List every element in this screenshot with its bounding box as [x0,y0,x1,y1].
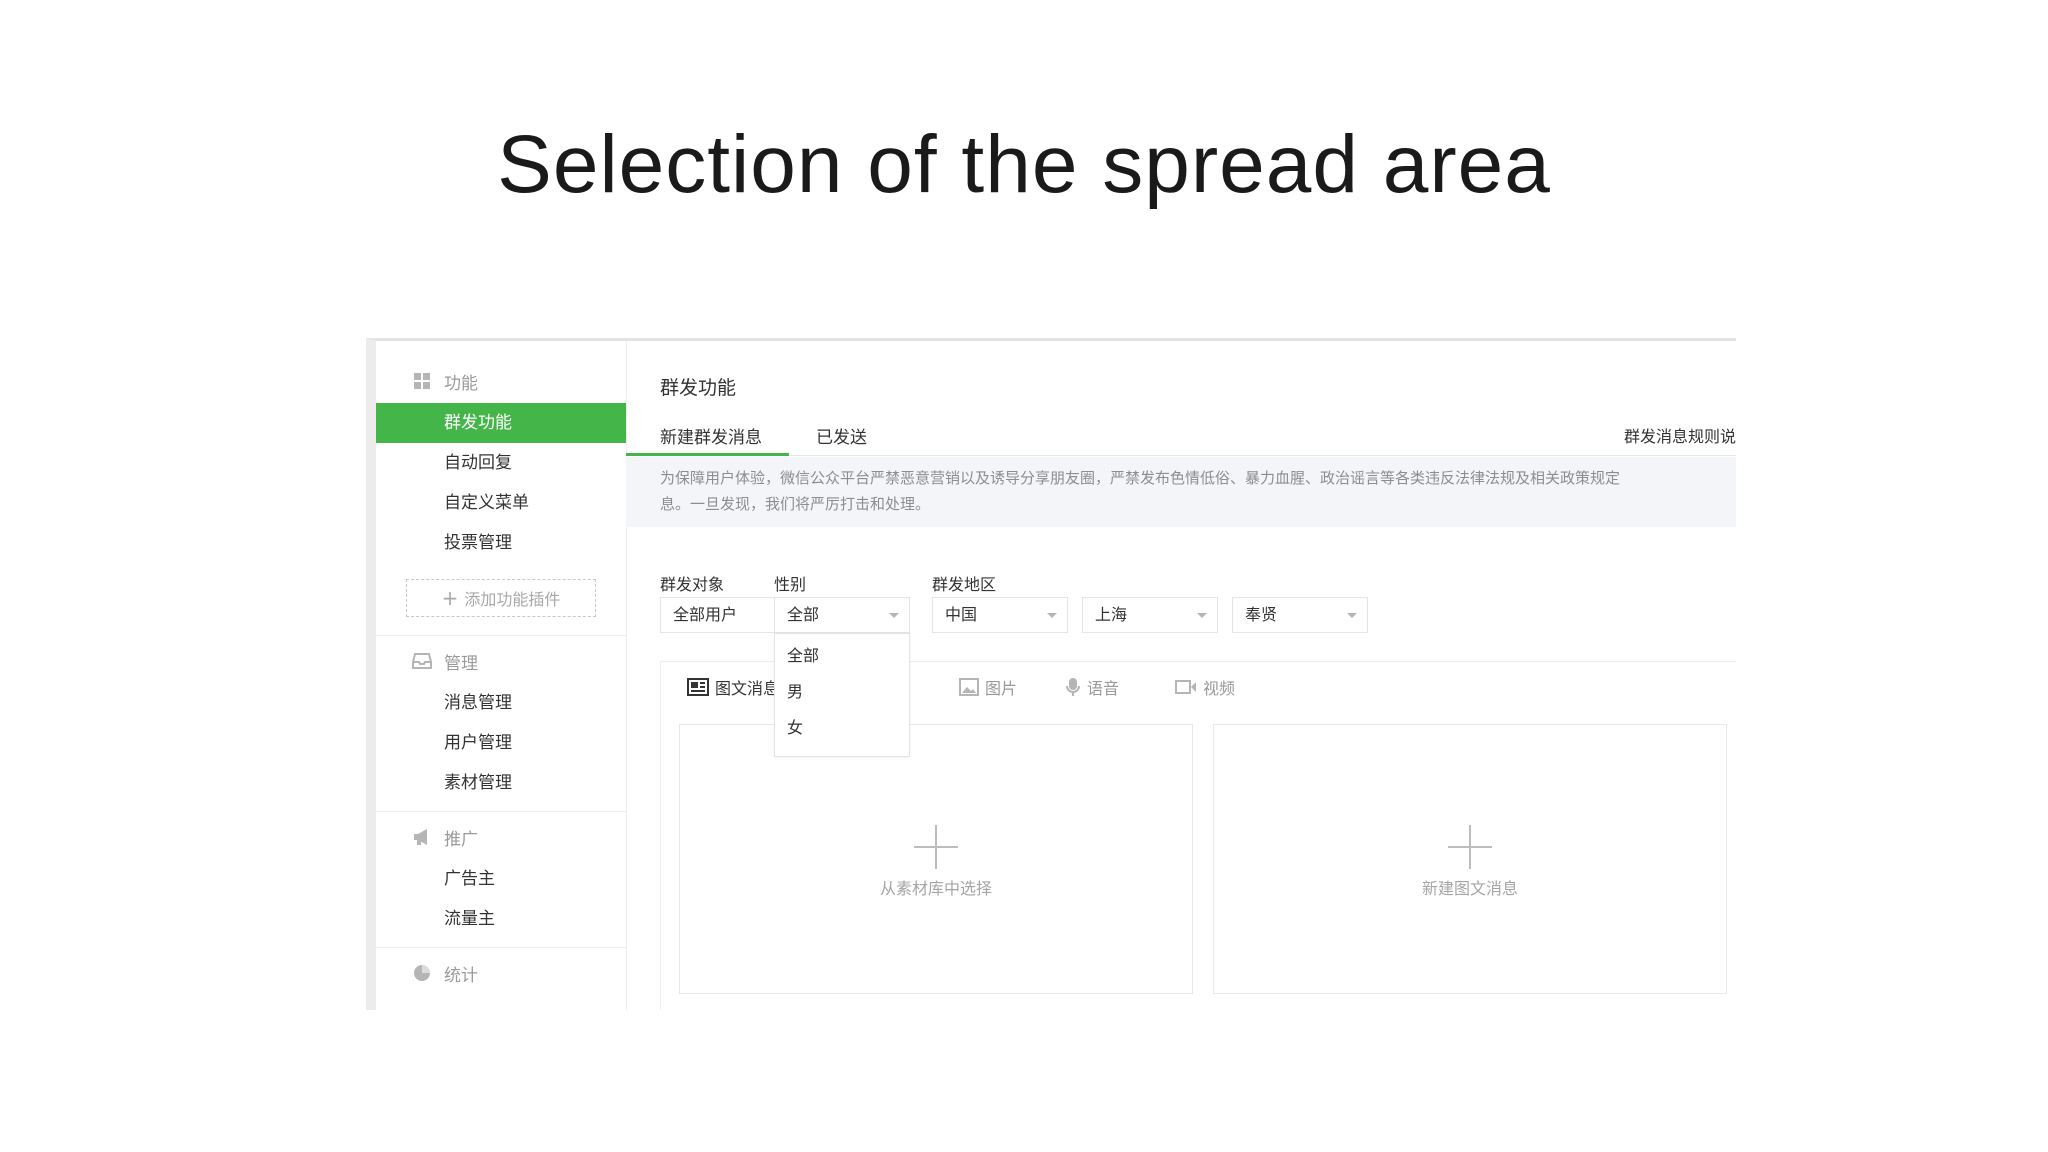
sidebar-item-advertiser[interactable]: 广告主 [376,859,626,899]
gender-option-all[interactable]: 全部 [775,638,909,674]
sidebar-item-publisher[interactable]: 流量主 [376,899,626,939]
sidebar-divider [376,947,626,948]
type-image[interactable]: 图片 [959,675,1017,699]
microphone-icon [1065,677,1081,697]
page-title: 群发功能 [660,377,737,399]
type-voice[interactable]: 语音 [1065,675,1119,699]
sidebar-section-manage: 管理 [412,649,478,674]
sidebar-item-custom-menu[interactable]: 自定义菜单 [376,483,626,523]
gender-dropdown-menu: 全部 男 女 [774,633,910,757]
sidebar-section-promotion: 推广 [412,825,478,850]
active-tab-indicator [626,453,789,456]
tab-new-mass-message[interactable]: 新建群发消息 [660,423,762,448]
sidebar-item-material-manage[interactable]: 素材管理 [376,763,626,803]
gender-option-female[interactable]: 女 [775,710,909,746]
image-icon [959,678,979,696]
plus-icon [1448,825,1492,869]
type-video[interactable]: 视频 [1175,675,1235,699]
screenshot-window: 功能 群发功能 自动回复 自定义菜单 投票管理 + 添加功能插件 管理 消息管理… [366,338,1736,1010]
tab-bar: 新建群发消息 已发送 群发消息规则说 [626,413,1736,456]
megaphone-icon [412,827,432,847]
sidebar-divider [376,811,626,812]
chevron-down-icon [1197,613,1207,618]
type-news[interactable]: 图文消息 [687,675,779,699]
sidebar-divider [376,635,626,636]
select-from-library-card[interactable]: 从素材库中选择 [679,724,1193,994]
pie-chart-icon [412,963,432,983]
video-icon [1175,679,1197,695]
sidebar-item-vote-manage[interactable]: 投票管理 [376,523,626,563]
region-label: 群发地区 [932,575,997,594]
notice-banner: 为保障用户体验，微信公众平台严禁恶意营销以及诱导分享朋友圈，严禁发布色情低俗、暴… [626,457,1736,527]
gender-label: 性别 [774,575,807,594]
plus-icon [914,825,958,869]
create-news-message-card[interactable]: 新建图文消息 [1213,724,1727,994]
plus-icon: + [441,586,459,610]
gender-select[interactable]: 全部 [774,597,910,633]
sidebar-item-message-manage[interactable]: 消息管理 [376,683,626,723]
sidebar-section-features: 功能 [412,369,478,394]
chevron-down-icon [1347,613,1357,618]
inbox-icon [412,651,432,671]
slide-title: Selection of the spread area [497,119,1551,210]
mass-message-rules-link[interactable]: 群发消息规则说 [1624,423,1736,447]
sidebar-section-statistics[interactable]: 统计 [412,961,478,986]
sidebar: 功能 群发功能 自动回复 自定义菜单 投票管理 + 添加功能插件 管理 消息管理… [376,341,627,1010]
add-plugin-button[interactable]: + 添加功能插件 [406,579,596,617]
gender-option-male[interactable]: 男 [775,674,909,710]
grid-icon [412,371,432,391]
notice-line-1: 为保障用户体验，微信公众平台严禁恶意营销以及诱导分享朋友圈，严禁发布色情低俗、暴… [660,469,1621,487]
notice-line-2: 息。一旦发现，我们将严厉打击和处理。 [660,495,931,513]
sidebar-item-mass-send[interactable]: 群发功能 [376,403,626,443]
tab-sent[interactable]: 已发送 [816,423,867,448]
sidebar-item-auto-reply[interactable]: 自动回复 [376,443,626,483]
province-select[interactable]: 上海 [1082,597,1218,633]
main-panel: 群发功能 新建群发消息 已发送 群发消息规则说 为保障用户体验，微信公众平台严禁… [626,341,1736,1010]
chevron-down-icon [1047,613,1057,618]
target-label: 群发对象 [660,575,725,594]
sidebar-item-user-manage[interactable]: 用户管理 [376,723,626,763]
country-select[interactable]: 中国 [932,597,1068,633]
city-select[interactable]: 奉贤 [1232,597,1368,633]
news-icon [687,678,709,696]
chevron-down-icon [889,613,899,618]
